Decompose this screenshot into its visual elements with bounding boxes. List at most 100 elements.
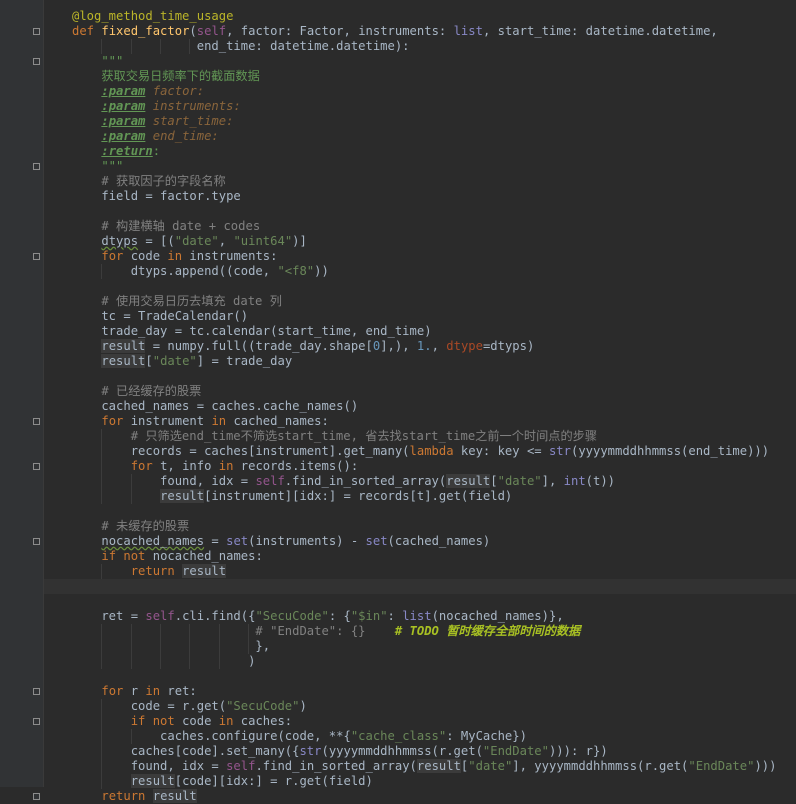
fold-marker-icon[interactable] bbox=[33, 538, 40, 545]
code-line[interactable]: ret = self.cli.find({"SecuCode": {"$in":… bbox=[44, 609, 563, 624]
code-line[interactable]: # 只筛选end_time不筛选start_time, 省去找start_tim… bbox=[44, 429, 597, 444]
code-line[interactable] bbox=[44, 579, 796, 594]
code-line[interactable]: for r in ret: bbox=[44, 684, 196, 699]
code-line[interactable]: return result bbox=[44, 564, 227, 579]
code-line[interactable]: result[instrument][idx:] = records[t].ge… bbox=[44, 489, 512, 504]
code-line[interactable]: trade_day = tc.calendar(start_time, end_… bbox=[44, 324, 431, 339]
code-token: "date" bbox=[174, 234, 219, 248]
code-token: ) bbox=[299, 699, 307, 713]
code-line[interactable]: for code in instruments: bbox=[44, 249, 277, 264]
code-token: .cli.find({ bbox=[174, 609, 256, 623]
code-line[interactable]: @log_method_time_usage bbox=[44, 9, 233, 24]
code-line[interactable]: return result bbox=[44, 789, 197, 804]
code-line[interactable]: def fixed_factor(self, factor: Factor, i… bbox=[44, 24, 718, 39]
code-token: return bbox=[130, 564, 183, 578]
code-line[interactable]: end_time: datetime.datetime): bbox=[44, 39, 410, 54]
code-token: ))) bbox=[754, 759, 777, 773]
code-line[interactable]: # 未缓存的股票 bbox=[44, 519, 189, 534]
code-line[interactable]: result = numpy.full((trade_day.shape[0],… bbox=[44, 339, 534, 354]
indent-guide bbox=[159, 39, 161, 54]
fold-marker-icon[interactable] bbox=[33, 163, 40, 170]
code-line[interactable] bbox=[44, 504, 72, 519]
code-line[interactable]: for instrument in cached_names: bbox=[44, 414, 328, 429]
fold-marker-icon[interactable] bbox=[33, 718, 40, 725]
code-token: .find_in_sorted_array( bbox=[284, 474, 447, 488]
code-line[interactable]: """ bbox=[44, 54, 123, 69]
code-token: "SecuCode" bbox=[226, 699, 300, 713]
code-line[interactable] bbox=[44, 279, 72, 294]
code-token: )] bbox=[292, 234, 307, 248]
indent-guide bbox=[101, 714, 103, 729]
fold-marker-icon[interactable] bbox=[33, 28, 40, 35]
fold-marker-icon[interactable] bbox=[33, 793, 40, 800]
code-token: ], yyyymmddhhmmss(r.get( bbox=[512, 759, 689, 773]
code-token: instrument bbox=[130, 414, 212, 428]
indent-guide bbox=[101, 624, 103, 639]
code-token: (instruments) - bbox=[248, 534, 366, 548]
code-line[interactable]: nocached_names = set(instruments) - set(… bbox=[44, 534, 490, 549]
code-line[interactable]: }, bbox=[44, 639, 270, 654]
code-token: result bbox=[446, 474, 491, 488]
code-token: : bbox=[152, 144, 161, 158]
indent-guide bbox=[189, 654, 191, 669]
fold-marker-icon[interactable] bbox=[33, 58, 40, 65]
code-line[interactable]: ) bbox=[44, 654, 255, 669]
code-line[interactable]: :param start_time: bbox=[44, 114, 233, 129]
code-area[interactable]: @log_method_time_usage def fixed_factor(s… bbox=[44, 0, 796, 803]
code-line[interactable]: for t, info in records.items(): bbox=[44, 459, 358, 474]
code-token: ) bbox=[72, 654, 256, 668]
code-token: self bbox=[196, 24, 227, 38]
indent-guide bbox=[101, 39, 103, 54]
code-token: = numpy.full((trade_day.shape[ bbox=[145, 339, 373, 353]
code-editor[interactable]: @log_method_time_usage def fixed_factor(s… bbox=[0, 0, 796, 803]
code-line[interactable]: records = caches[instrument].get_many(la… bbox=[44, 444, 769, 459]
editor-gutter[interactable] bbox=[0, 0, 44, 800]
code-line[interactable]: # 获取因子的字段名称 bbox=[44, 174, 226, 189]
code-line[interactable]: caches.configure(code, **{"cache_class":… bbox=[44, 729, 527, 744]
code-line[interactable]: """ bbox=[44, 159, 123, 174]
code-line[interactable]: :return: bbox=[44, 144, 160, 159]
code-line[interactable]: dtyps.append((code, "<f8")) bbox=[44, 264, 329, 279]
code-line[interactable]: tc = TradeCalendar() bbox=[44, 309, 248, 324]
code-token: caches[code].set_many({ bbox=[72, 744, 300, 758]
code-line[interactable]: :param end_time: bbox=[44, 129, 218, 144]
code-line[interactable]: found, idx = self.find_in_sorted_array(r… bbox=[44, 759, 776, 774]
code-line[interactable] bbox=[44, 594, 72, 609]
code-token: # 获取因子的字段名称 bbox=[72, 174, 226, 188]
code-line[interactable]: 获取交易日频率下的截面数据 bbox=[44, 69, 259, 84]
code-line[interactable]: caches[code].set_many({str(yyyymmddhhmms… bbox=[44, 744, 608, 759]
code-token: dtyps.append((code, bbox=[72, 264, 278, 278]
code-line[interactable]: :param factor: bbox=[44, 84, 204, 99]
code-line[interactable]: if not nocached_names: bbox=[44, 549, 262, 564]
code-line[interactable]: # "EndDate": {} # TODO 暂时缓存全部时间的数据 bbox=[44, 624, 580, 639]
code-line[interactable] bbox=[44, 204, 72, 219]
fold-marker-icon[interactable] bbox=[33, 253, 40, 260]
code-line[interactable] bbox=[44, 669, 72, 684]
fold-marker-icon[interactable] bbox=[33, 688, 40, 695]
code-line[interactable]: dtyps = [("date", "uint64")] bbox=[44, 234, 307, 249]
code-line[interactable] bbox=[44, 369, 72, 384]
code-token: cached_names = caches.cache_names() bbox=[72, 399, 359, 413]
code-line[interactable]: cached_names = caches.cache_names() bbox=[44, 399, 358, 414]
indent-guide bbox=[218, 639, 220, 654]
code-token: self bbox=[226, 759, 256, 773]
fold-marker-icon[interactable] bbox=[33, 463, 40, 470]
indent-guide bbox=[159, 624, 161, 639]
code-line[interactable]: code = r.get("SecuCode") bbox=[44, 699, 307, 714]
code-line[interactable]: :param instruments: bbox=[44, 99, 240, 114]
code-line[interactable]: field = factor.type bbox=[44, 189, 240, 204]
code-line[interactable]: if not code in caches: bbox=[44, 714, 292, 729]
code-token: for bbox=[101, 414, 131, 428]
code-token: :param bbox=[101, 99, 146, 113]
code-line[interactable]: result["date"] = trade_day bbox=[44, 354, 292, 369]
code-token: "$in" bbox=[350, 609, 388, 623]
code-line[interactable]: # 构建横轴 date + codes bbox=[44, 219, 260, 234]
code-line[interactable]: # 已经缓存的股票 bbox=[44, 384, 201, 399]
code-line[interactable]: # 使用交易日历去填充 date 列 bbox=[44, 294, 282, 309]
fold-marker-icon[interactable] bbox=[33, 418, 40, 425]
